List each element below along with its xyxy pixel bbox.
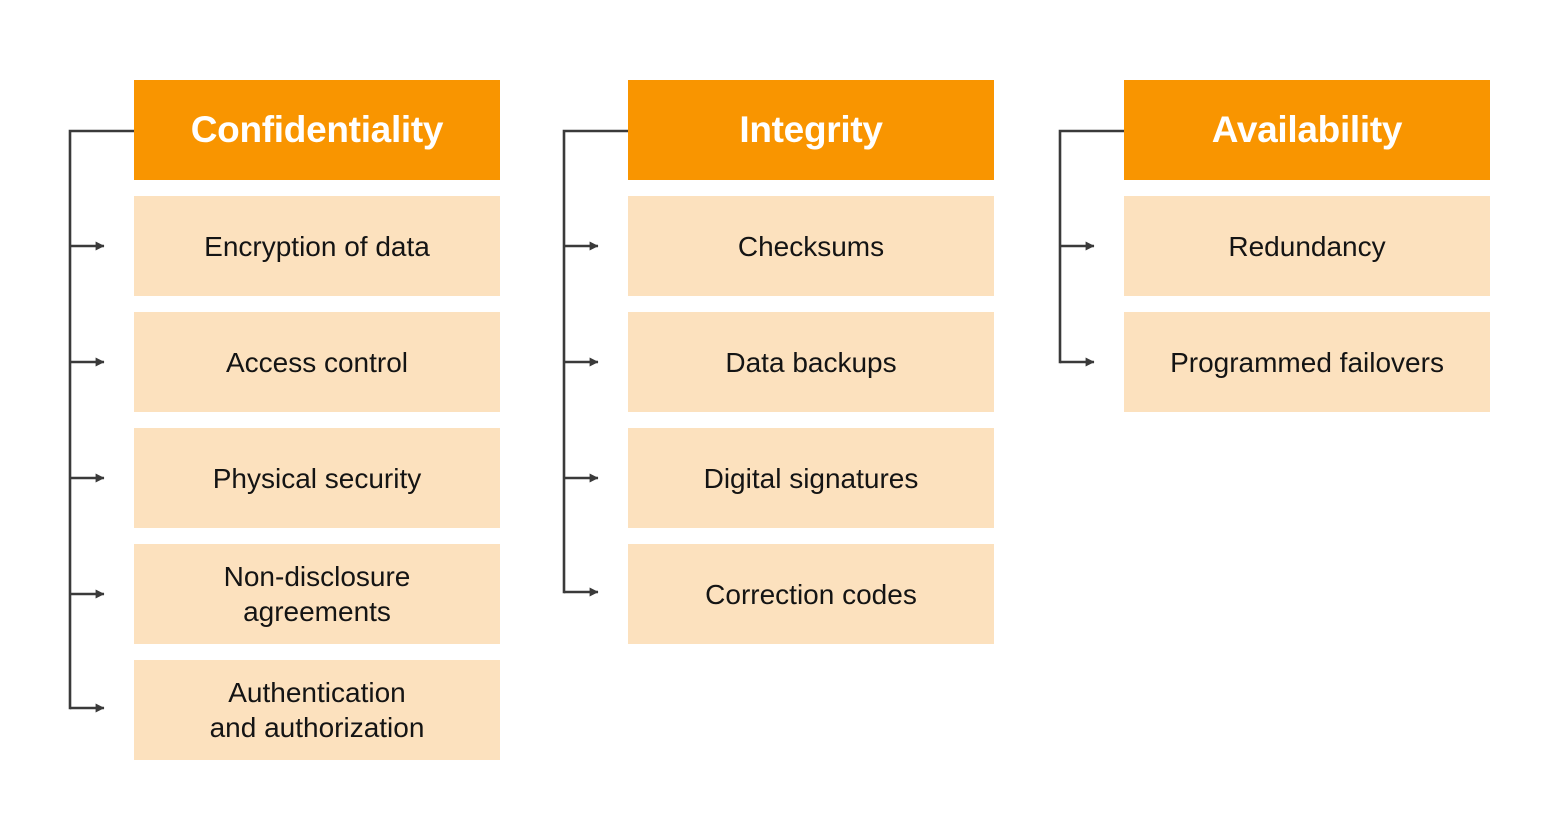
column-items-confidentiality: Encryption of data Access control Physic… xyxy=(134,196,500,760)
column-header-integrity: Integrity xyxy=(628,80,994,180)
item-box: Encryption of data xyxy=(134,196,500,296)
item-box: Access control xyxy=(134,312,500,412)
item-box: Physical security xyxy=(134,428,500,528)
column-integrity: Integrity Checksums Data backups Digital… xyxy=(628,80,994,644)
column-header-confidentiality: Confidentiality xyxy=(134,80,500,180)
column-items-integrity: Checksums Data backups Digital signature… xyxy=(628,196,994,644)
column-confidentiality: Confidentiality Encryption of data Acces… xyxy=(134,80,500,760)
item-box: Checksums xyxy=(628,196,994,296)
item-box: Redundancy xyxy=(1124,196,1490,296)
column-items-availability: Redundancy Programmed failovers xyxy=(1124,196,1490,412)
item-box: Non-disclosure agreements xyxy=(134,544,500,644)
item-box: Correction codes xyxy=(628,544,994,644)
column-header-availability: Availability xyxy=(1124,80,1490,180)
item-box: Programmed failovers xyxy=(1124,312,1490,412)
connector-group-integrity xyxy=(562,129,630,597)
column-availability: Availability Redundancy Programmed failo… xyxy=(1124,80,1490,412)
item-box: Authentication and authorization xyxy=(134,660,500,760)
item-box: Digital signatures xyxy=(628,428,994,528)
connector-group-confidentiality xyxy=(68,129,136,713)
item-box: Data backups xyxy=(628,312,994,412)
connector-group-availability xyxy=(1058,129,1126,367)
cia-triad-diagram: Confidentiality Encryption of data Acces… xyxy=(0,0,1556,840)
